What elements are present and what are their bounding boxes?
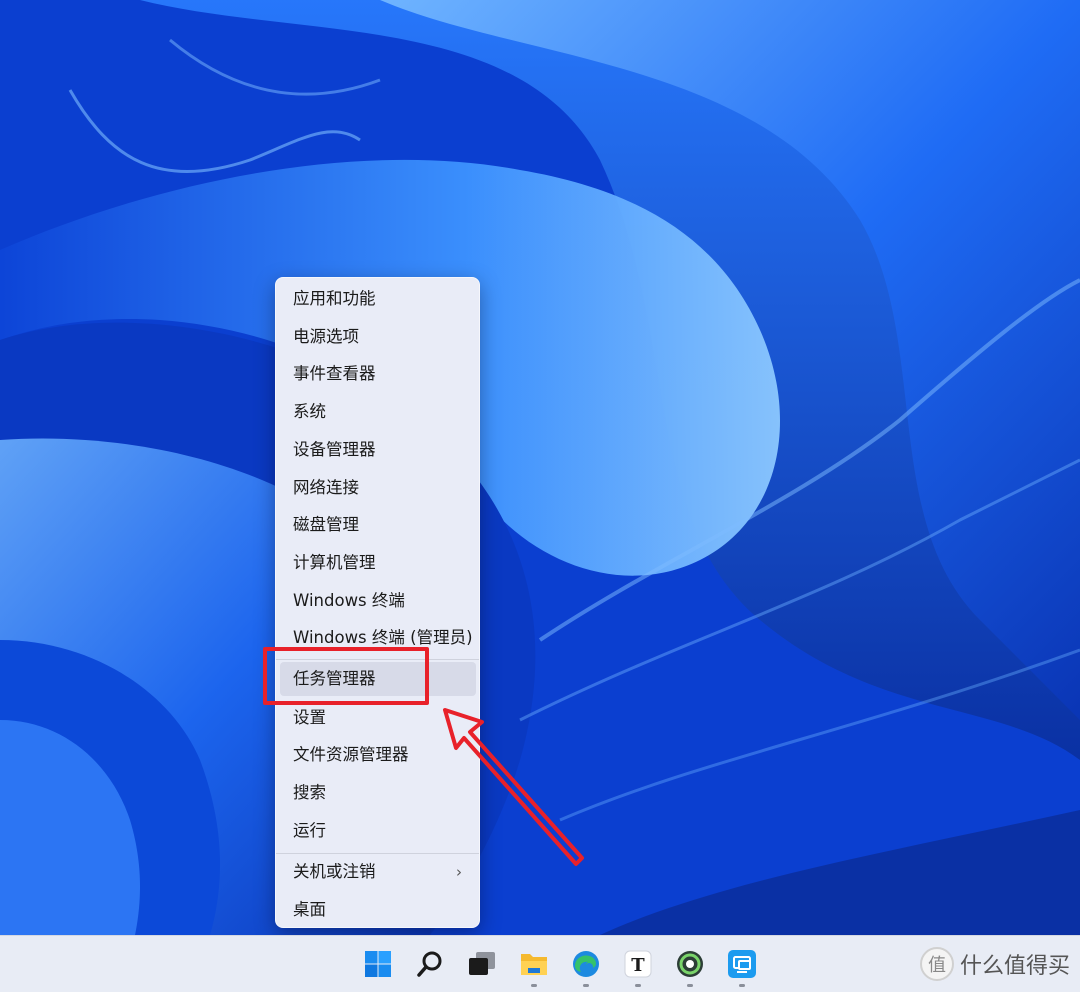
task-view-icon[interactable] [466,948,498,980]
file-explorer-icon[interactable] [518,948,550,980]
running-indicator [687,984,693,987]
windows-start-icon[interactable] [362,948,394,980]
annotation-arrow-icon [443,708,584,866]
watermark-text: 什么值得买 [959,954,1070,979]
edge-icon[interactable] [570,948,602,980]
search-icon[interactable] [414,948,446,980]
smzdm-logo-icon: 值 [919,947,954,981]
svg-text:T: T [631,955,645,976]
running-indicator [739,984,745,987]
watermark: 值 什么值得买 [919,946,1070,982]
running-indicator [531,984,537,987]
running-indicator [583,984,589,987]
running-indicator [635,984,641,987]
typora-icon[interactable]: T [622,948,654,980]
remote-desktop-icon[interactable] [726,948,758,980]
taskbar: T 值 什么值得买 [0,935,1080,992]
camtasia-icon[interactable] [674,948,706,980]
